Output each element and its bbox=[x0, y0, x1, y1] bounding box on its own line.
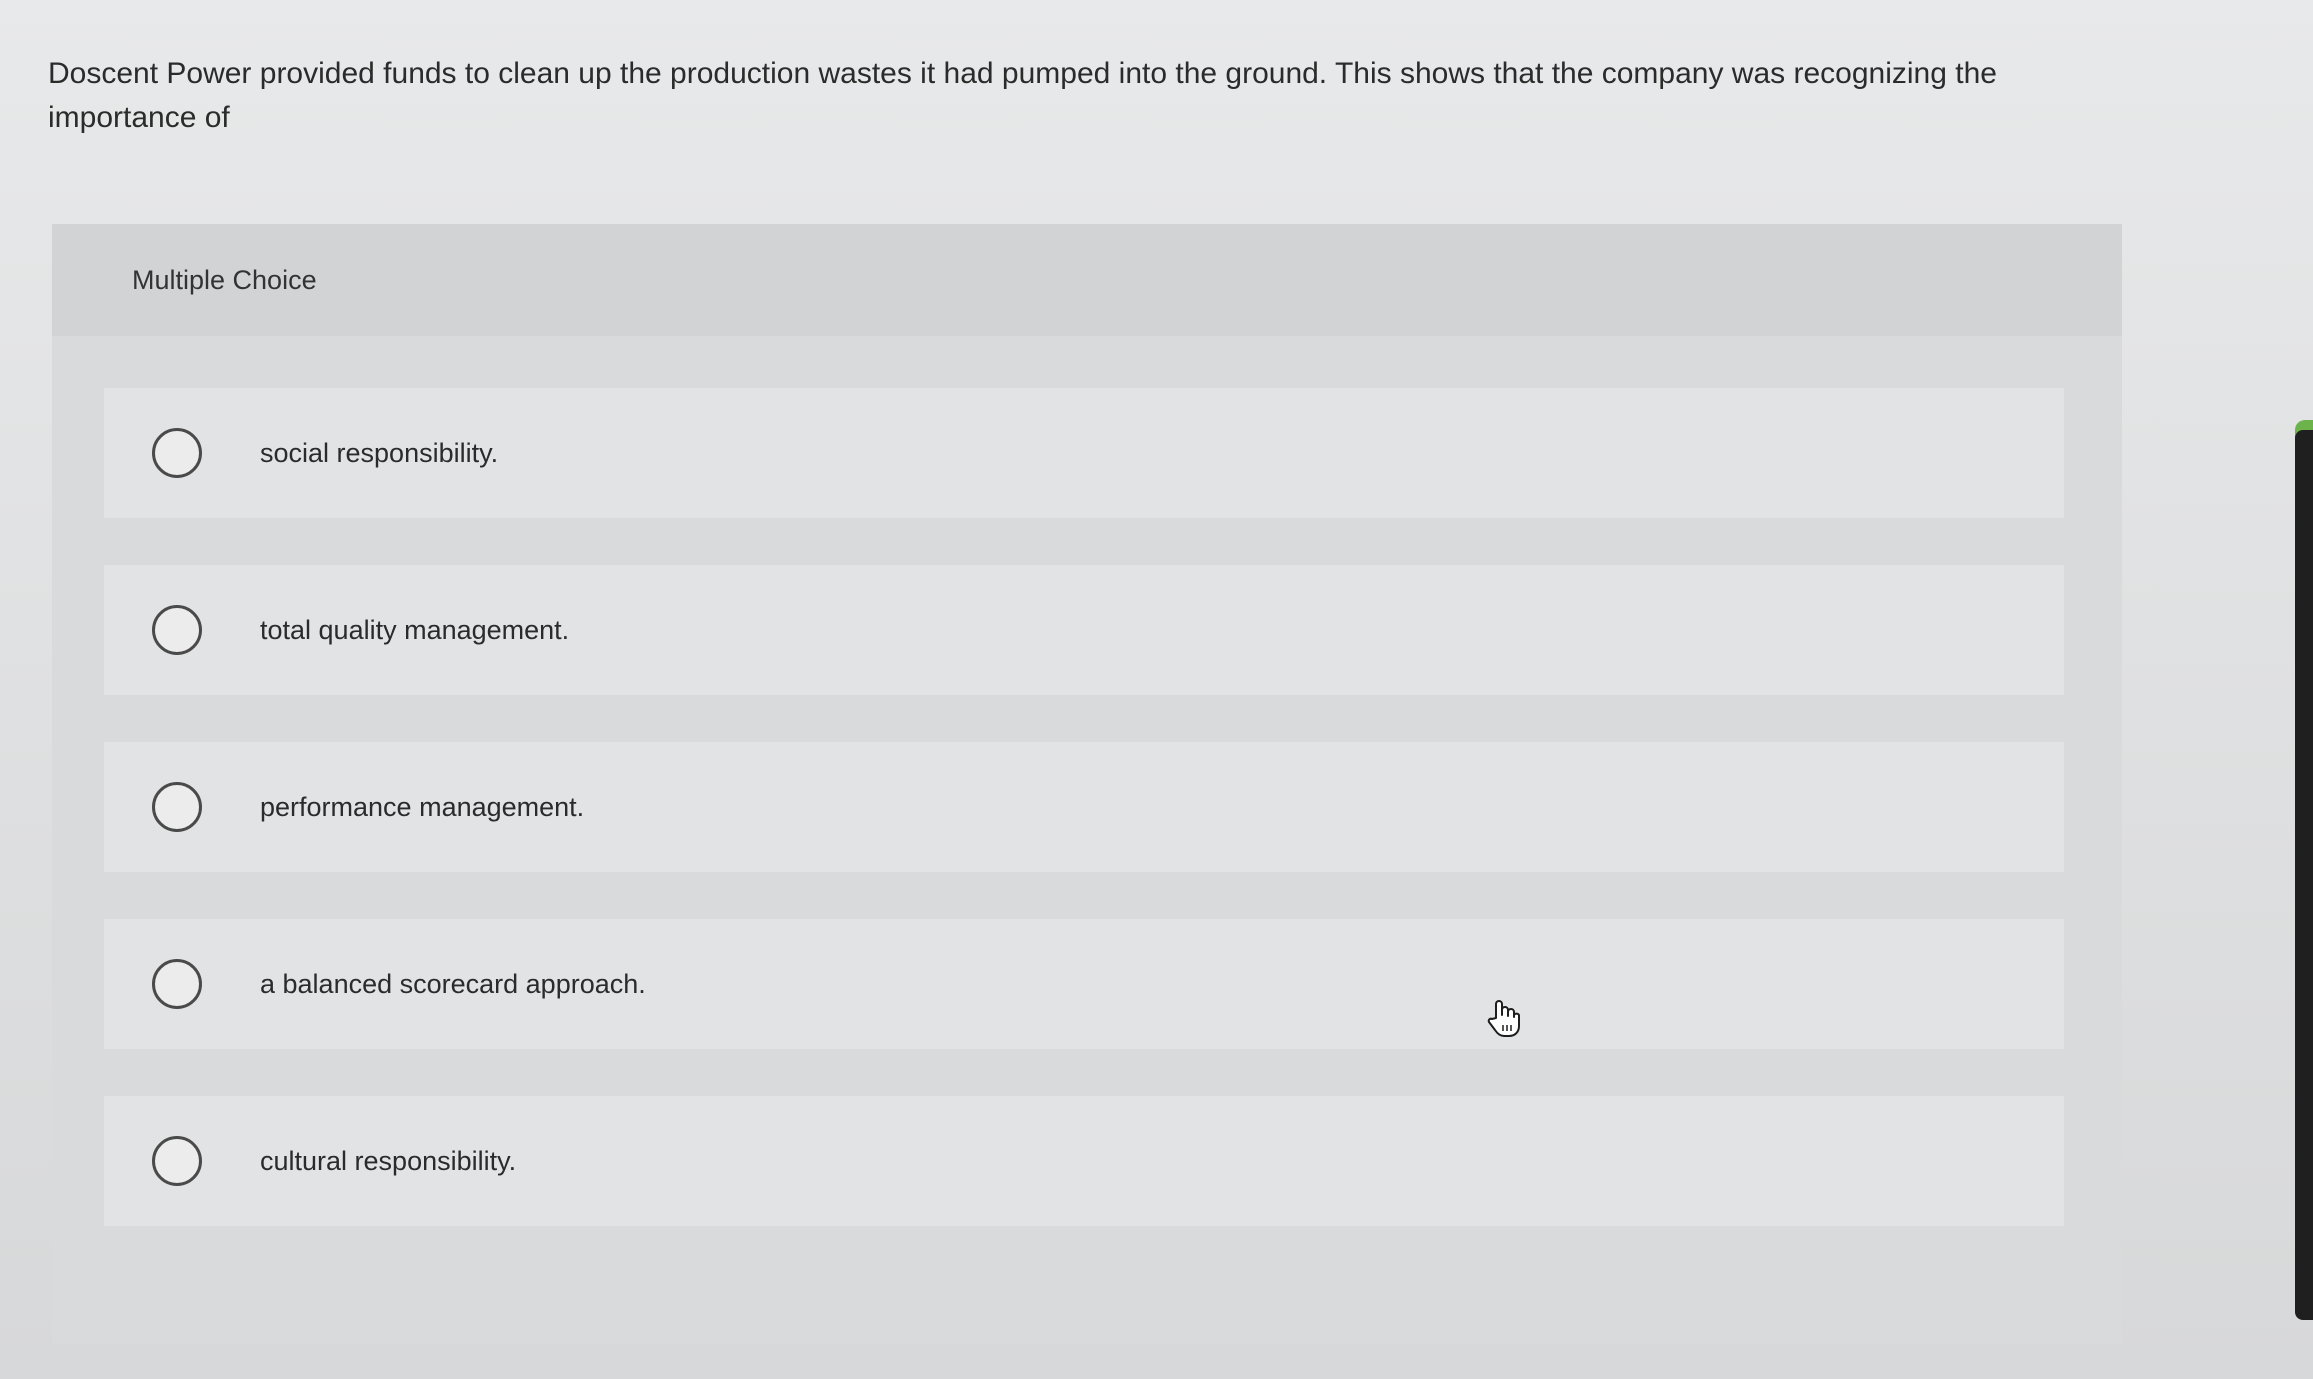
choice-label: total quality management. bbox=[260, 614, 570, 645]
choice-option-1[interactable]: social responsibility. bbox=[104, 388, 2064, 518]
radio-unchecked-icon[interactable] bbox=[152, 605, 202, 655]
choice-list: social responsibility. total quality man… bbox=[104, 388, 2064, 1273]
radio-unchecked-icon[interactable] bbox=[152, 428, 202, 478]
choice-label: a balanced scorecard approach. bbox=[260, 968, 646, 999]
choice-option-2[interactable]: total quality management. bbox=[104, 565, 2064, 695]
panel-header: Multiple Choice bbox=[52, 224, 2122, 336]
choice-label: cultural responsibility. bbox=[260, 1145, 517, 1176]
scrollbar[interactable] bbox=[2295, 430, 2313, 1320]
choice-option-4[interactable]: a balanced scorecard approach. bbox=[104, 919, 2064, 1049]
radio-unchecked-icon[interactable] bbox=[152, 1136, 202, 1186]
choice-option-3[interactable]: performance management. bbox=[104, 742, 2064, 872]
radio-unchecked-icon[interactable] bbox=[152, 959, 202, 1009]
question-text: Doscent Power provided funds to clean up… bbox=[48, 57, 1997, 134]
choice-label: social responsibility. bbox=[260, 437, 499, 468]
radio-unchecked-icon[interactable] bbox=[152, 782, 202, 832]
choice-label: performance management. bbox=[260, 791, 585, 822]
multiple-choice-panel: Multiple Choice social responsibility. t… bbox=[52, 224, 2122, 1344]
choice-option-5[interactable]: cultural responsibility. bbox=[104, 1096, 2064, 1226]
hand-pointer-icon bbox=[1487, 1000, 1520, 1037]
